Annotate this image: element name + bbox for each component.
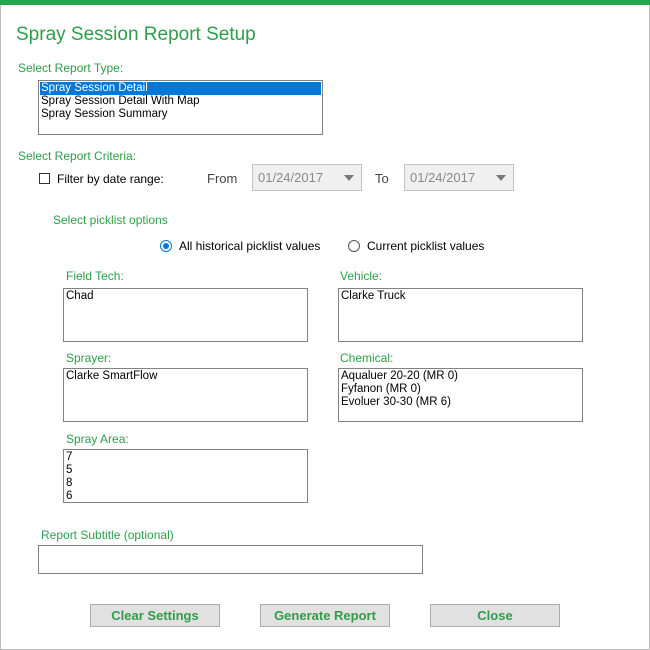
current-picklist-radio[interactable] [348,240,360,252]
from-label: From [207,171,238,186]
filter-by-date-checkbox[interactable] [39,173,50,184]
vehicle-listbox[interactable]: Clarke Truck [338,288,583,342]
report-type-option[interactable]: Spray Session Summary [40,108,321,121]
list-item[interactable]: Aqualuer 20-20 (MR 0) [340,370,581,383]
report-criteria-label: Select Report Criteria: [18,149,137,163]
chemical-listbox[interactable]: Aqualuer 20-20 (MR 0) Fyfanon (MR 0) Evo… [338,368,583,422]
report-type-option[interactable]: Spray Session Detail [40,82,321,95]
report-subtitle-label: Report Subtitle (optional) [41,528,174,542]
list-item[interactable]: Clarke SmartFlow [65,370,306,383]
picklist-options-label: Select picklist options [53,213,168,227]
report-type-listbox[interactable]: Spray Session Detail Spray Session Detai… [38,80,323,135]
list-item[interactable]: Fyfanon (MR 0) [340,383,581,396]
sprayer-listbox[interactable]: Clarke SmartFlow [63,368,308,422]
spray-area-label: Spray Area: [66,432,129,446]
report-type-label: Select Report Type: [18,61,124,75]
current-picklist-label[interactable]: Current picklist values [367,239,484,253]
list-item[interactable]: 5 [65,464,306,477]
radio-dot-icon [163,243,169,249]
all-historical-radio[interactable] [160,240,172,252]
sprayer-label: Sprayer: [66,351,112,365]
list-item[interactable]: Clarke Truck [340,290,581,303]
field-tech-label: Field Tech: [66,269,124,283]
clear-settings-button[interactable]: Clear Settings [90,604,220,627]
list-item[interactable]: Chad [65,290,306,303]
all-historical-label[interactable]: All historical picklist values [179,239,320,253]
close-button[interactable]: Close [430,604,560,627]
filter-by-date-label: Filter by date range: [57,172,164,186]
list-item[interactable]: 8 [65,477,306,490]
chevron-down-icon [496,175,506,181]
list-item[interactable]: 7 [65,451,306,464]
list-item[interactable]: 6 [65,490,306,502]
field-tech-listbox[interactable]: Chad [63,288,308,342]
from-date-value: 01/24/2017 [258,170,324,185]
to-date-value: 01/24/2017 [410,170,476,185]
report-type-option[interactable]: Spray Session Detail With Map [40,95,321,108]
list-item[interactable]: Evoluer 30-30 (MR 6) [340,396,581,409]
to-label: To [375,171,389,186]
report-subtitle-input[interactable] [38,545,423,574]
vehicle-label: Vehicle: [340,269,383,283]
spray-area-listbox[interactable]: 7 5 8 6 [63,449,308,503]
from-date-picker[interactable]: 01/24/2017 [252,164,362,191]
generate-report-button[interactable]: Generate Report [260,604,390,627]
chevron-down-icon [344,175,354,181]
chemical-label: Chemical: [340,351,394,365]
to-date-picker[interactable]: 01/24/2017 [404,164,514,191]
window-title: Spray Session Report Setup [16,24,256,45]
